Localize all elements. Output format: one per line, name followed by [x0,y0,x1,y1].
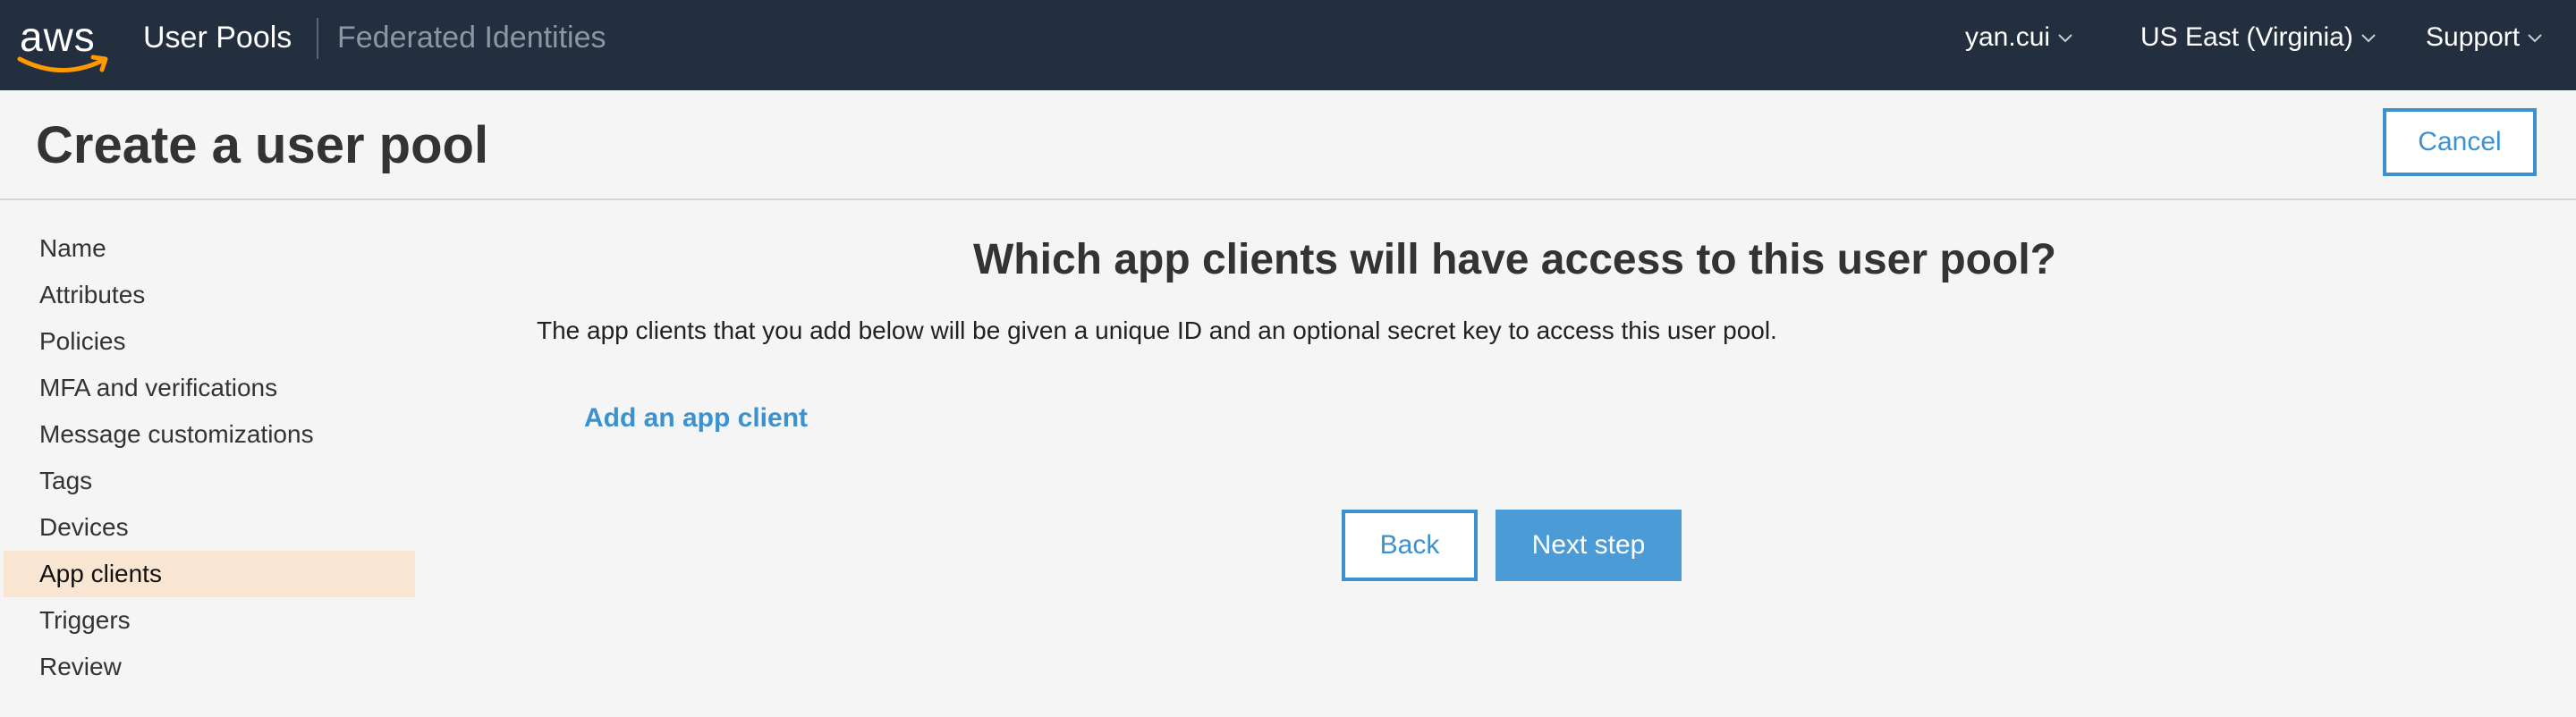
next-step-button[interactable]: Next step [1496,510,1682,581]
back-button[interactable]: Back [1342,510,1478,581]
top-navigation-bar: aws User Pools Federated Identities yan.… [0,0,2576,90]
region-menu[interactable]: US East (Virginia) [2140,21,2377,54]
sidebar-item-attributes[interactable]: Attributes [4,272,415,318]
aws-logo[interactable]: aws [16,13,114,77]
chevron-down-icon [2361,34,2376,43]
cancel-button[interactable]: Cancel [2383,108,2537,176]
sidebar-item-mfa-and-verifications[interactable]: MFA and verifications [4,365,415,411]
nav-user-pools[interactable]: User Pools [143,20,292,55]
nav-federated-identities[interactable]: Federated Identities [337,20,606,55]
aws-smile-icon [17,55,108,72]
add-app-client-link[interactable]: Add an app client [584,402,808,434]
page-title: Create a user pool [36,116,489,174]
user-menu-label: yan.cui [1965,22,2051,52]
support-menu[interactable]: Support [2426,21,2543,54]
header-divider [0,198,2576,200]
region-menu-label: US East (Virginia) [2140,22,2353,52]
user-menu[interactable]: yan.cui [1965,21,2073,54]
sidebar-item-policies[interactable]: Policies [4,318,415,365]
support-menu-label: Support [2426,22,2521,52]
sidebar-item-app-clients[interactable]: App clients [4,551,415,597]
section-heading: Which app clients will have access to th… [973,236,2056,283]
sidebar-item-name[interactable]: Name [4,225,415,272]
sidebar-item-review[interactable]: Review [4,644,415,690]
section-description: The app clients that you add below will … [537,316,1777,344]
wizard-steps-sidebar: Name Attributes Policies MFA and verific… [4,225,415,690]
chevron-down-icon [2528,34,2542,43]
sidebar-item-triggers[interactable]: Triggers [4,597,415,644]
sidebar-item-devices[interactable]: Devices [4,504,415,551]
nav-divider [317,18,318,59]
chevron-down-icon [2058,34,2072,43]
sidebar-item-message-customizations[interactable]: Message customizations [4,411,415,458]
sidebar-item-tags[interactable]: Tags [4,458,415,504]
